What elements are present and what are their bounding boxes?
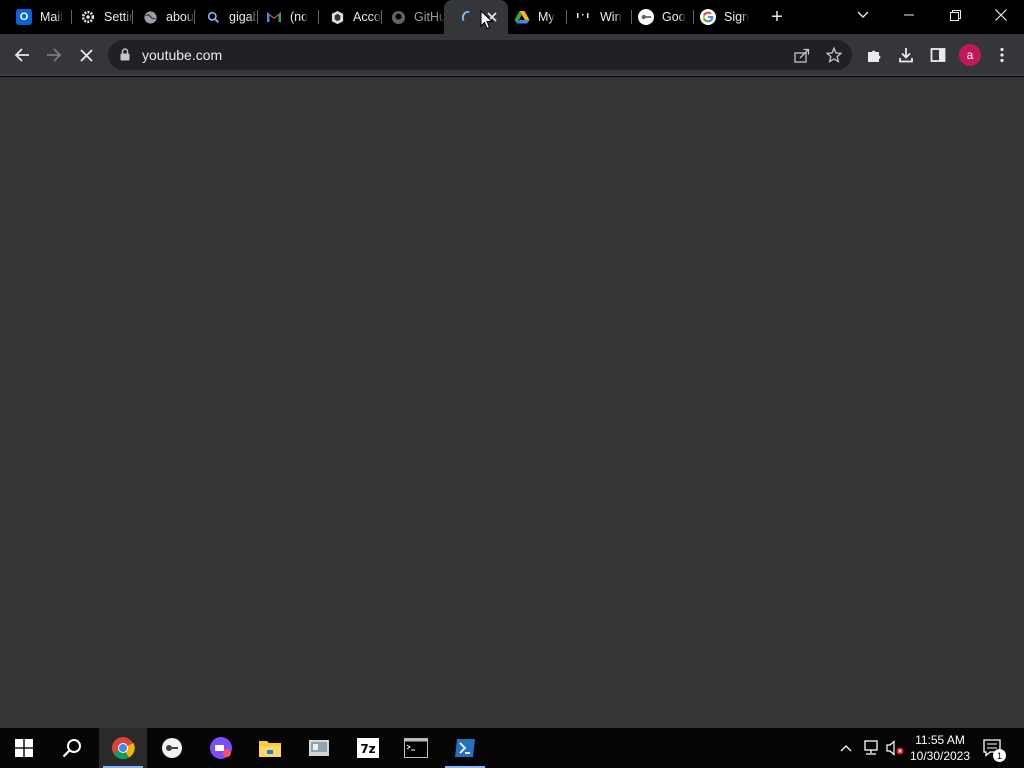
back-button[interactable] xyxy=(8,41,36,69)
chevron-down-icon xyxy=(857,11,869,18)
windows-icon xyxy=(576,9,592,25)
minimize-icon xyxy=(904,14,914,16)
tab-title: Mail xyxy=(40,10,63,24)
taskbar-app-5[interactable] xyxy=(295,728,343,768)
tab-search-button[interactable] xyxy=(840,0,886,30)
more-vert-icon xyxy=(1000,47,1004,63)
new-tab-button[interactable]: + xyxy=(765,5,789,29)
tab-drive[interactable]: My xyxy=(498,0,567,34)
lock-icon[interactable] xyxy=(120,48,130,66)
show-hidden-icons-button[interactable] xyxy=(836,728,856,768)
taskbar-app-3[interactable] xyxy=(197,728,245,768)
browser-toolbar: youtube.com xyxy=(0,34,1024,76)
tab-mail[interactable]: O Mail xyxy=(0,0,72,34)
profile-avatar[interactable]: a xyxy=(959,44,981,66)
tab-gigabyte[interactable]: gigabyte xyxy=(189,0,258,34)
url-text[interactable]: youtube.com xyxy=(142,47,222,63)
start-button[interactable] xyxy=(0,728,48,768)
7zip-icon: 7z xyxy=(357,738,379,758)
extensions-button[interactable] xyxy=(860,41,888,69)
taskbar-7zip[interactable]: 7z xyxy=(344,728,392,768)
side-panel-icon xyxy=(930,48,946,62)
google-icon xyxy=(700,9,716,25)
globe-icon xyxy=(142,9,158,25)
close-window-button[interactable] xyxy=(978,0,1024,30)
tab-google-sign-in[interactable]: Sign xyxy=(684,0,756,34)
outlook-icon: O xyxy=(16,9,32,25)
gmail-icon xyxy=(266,9,282,25)
tab-title: GitHub xyxy=(414,10,446,24)
search-button[interactable] xyxy=(48,728,96,768)
forward-button[interactable] xyxy=(40,41,68,69)
side-panel-button[interactable] xyxy=(924,41,952,69)
taskbar-app-2[interactable] xyxy=(148,728,196,768)
gear-icon xyxy=(80,9,96,25)
tool-icon xyxy=(309,740,329,756)
clock-time: 11:55 AM xyxy=(915,733,965,747)
clock-date: 10/30/2023 xyxy=(909,749,971,763)
taskbar-powershell[interactable] xyxy=(441,728,489,768)
system-clock[interactable]: 11:55 AM 10/30/2023 xyxy=(904,732,976,764)
download-icon xyxy=(899,48,913,63)
app-circle-icon xyxy=(162,738,182,758)
stop-loading-button[interactable] xyxy=(72,41,100,69)
accounts-icon xyxy=(329,9,345,25)
page-content-loading xyxy=(0,77,1024,728)
google-meet-icon xyxy=(638,9,654,25)
powershell-icon xyxy=(455,739,475,757)
network-icon xyxy=(864,740,878,755)
close-icon xyxy=(995,9,1007,21)
taskbar-file-explorer[interactable] xyxy=(246,728,294,768)
notification-count-badge: 1 xyxy=(993,749,1006,762)
tab-title: Win xyxy=(600,10,622,24)
minimize-button[interactable] xyxy=(886,0,932,30)
app-purple-icon xyxy=(210,737,232,759)
search-icon xyxy=(62,739,81,758)
tab-title: (no xyxy=(290,10,309,24)
puzzle-icon xyxy=(868,50,881,62)
tab-title: Sign xyxy=(724,10,750,24)
windows-taskbar: 7z 11:55 AM 10/30/2023 1 xyxy=(0,728,1024,768)
taskbar-chrome[interactable] xyxy=(99,728,147,768)
volume-button[interactable] xyxy=(884,728,906,768)
chrome-icon xyxy=(112,737,135,760)
taskbar-terminal[interactable] xyxy=(392,728,440,768)
chevron-up-icon xyxy=(840,745,852,752)
tab-title: Goo xyxy=(662,10,686,24)
share-icon[interactable] xyxy=(790,43,814,67)
search-icon xyxy=(205,9,221,25)
network-button[interactable] xyxy=(860,728,882,768)
terminal-icon xyxy=(404,738,428,758)
address-bar[interactable]: youtube.com xyxy=(108,40,852,70)
tab-accounts[interactable]: Accounts xyxy=(313,0,382,34)
loading-spinner-icon xyxy=(460,9,476,25)
tab-title: My xyxy=(538,10,555,24)
downloads-button[interactable] xyxy=(892,41,920,69)
tab-strip: O Mail Settings about gigabyte (no Accou… xyxy=(0,0,1024,34)
github-icon xyxy=(390,9,406,25)
windows-logo-icon xyxy=(15,739,33,757)
arrow-right-icon xyxy=(47,48,62,62)
volume-muted-icon xyxy=(886,740,904,756)
chrome-menu-button[interactable] xyxy=(988,41,1016,69)
bookmark-star-icon[interactable] xyxy=(822,43,846,67)
tab-github[interactable]: GitHub xyxy=(374,0,446,34)
folder-icon xyxy=(259,741,281,757)
restore-icon xyxy=(949,9,961,21)
google-drive-icon xyxy=(514,9,530,25)
tab-settings[interactable]: Settings xyxy=(64,0,133,34)
tab-gmail[interactable]: (no xyxy=(250,0,319,34)
tab-about[interactable]: about xyxy=(126,0,195,34)
notifications-button[interactable]: 1 xyxy=(980,728,1006,768)
svg-text:7z: 7z xyxy=(360,742,375,756)
arrow-left-icon xyxy=(14,48,29,62)
stop-icon xyxy=(79,48,93,62)
restore-button[interactable] xyxy=(932,0,978,30)
mouse-cursor-icon xyxy=(480,10,494,30)
